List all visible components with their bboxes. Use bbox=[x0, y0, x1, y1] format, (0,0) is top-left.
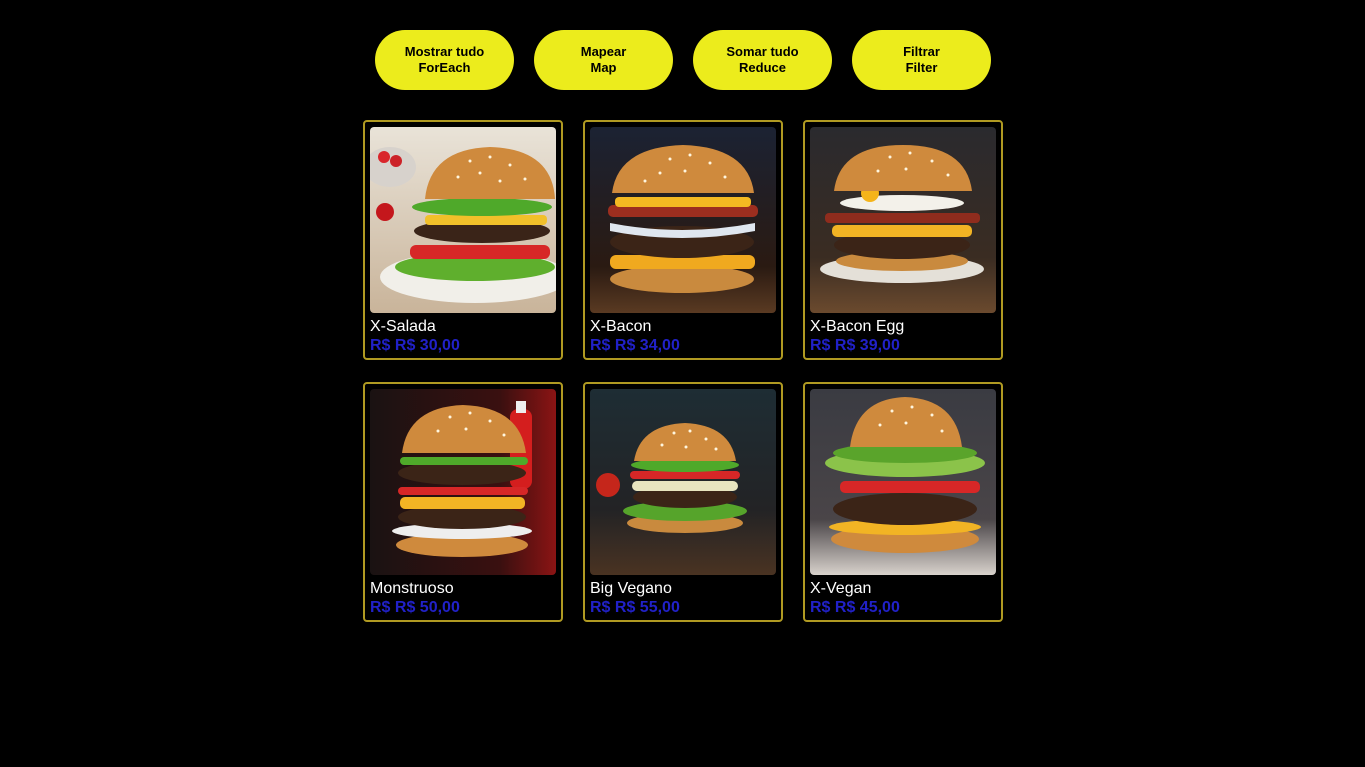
button-label: Filtrar bbox=[903, 44, 940, 59]
burger-image bbox=[590, 127, 776, 313]
button-sublabel: Filter bbox=[905, 60, 938, 75]
product-name: Big Vegano bbox=[590, 580, 672, 597]
product-card: X-Bacon Egg R$ R$ 39,00 bbox=[803, 120, 1003, 360]
action-button-bar: Mostrar tudo ForEach Mapear Map Somar tu… bbox=[375, 30, 991, 90]
burger-image bbox=[370, 389, 556, 575]
product-price: R$ R$ 30,00 bbox=[370, 337, 460, 354]
product-price: R$ R$ 50,00 bbox=[370, 599, 460, 616]
burger-image bbox=[590, 389, 776, 575]
product-name: X-Salada bbox=[370, 318, 436, 335]
product-name: X-Bacon bbox=[590, 318, 652, 335]
product-price: R$ R$ 45,00 bbox=[810, 599, 900, 616]
button-label: Mostrar tudo bbox=[404, 44, 485, 59]
burger-image bbox=[370, 127, 556, 313]
product-grid: X-Salada R$ R$ 30,00 X-Bacon R$ R$ 34,00… bbox=[363, 120, 1003, 622]
button-label: Mapear bbox=[580, 44, 627, 59]
filter-button[interactable]: Filtrar Filter bbox=[852, 30, 991, 90]
map-button[interactable]: Mapear Map bbox=[534, 30, 673, 90]
sum-all-reduce-button[interactable]: Somar tudo Reduce bbox=[693, 30, 832, 90]
product-card: Monstruoso R$ R$ 50,00 bbox=[363, 382, 563, 622]
product-card: X-Salada R$ R$ 30,00 bbox=[363, 120, 563, 360]
product-card: X-Vegan R$ R$ 45,00 bbox=[803, 382, 1003, 622]
product-price: R$ R$ 34,00 bbox=[590, 337, 680, 354]
product-card: X-Bacon R$ R$ 34,00 bbox=[583, 120, 783, 360]
burger-image bbox=[810, 127, 996, 313]
product-price: R$ R$ 55,00 bbox=[590, 599, 680, 616]
burger-image bbox=[810, 389, 996, 575]
button-sublabel: ForEach bbox=[418, 60, 471, 75]
show-all-foreach-button[interactable]: Mostrar tudo ForEach bbox=[375, 30, 514, 90]
product-name: X-Vegan bbox=[810, 580, 872, 597]
button-label: Somar tudo bbox=[726, 44, 799, 59]
product-name: Monstruoso bbox=[370, 580, 454, 597]
button-sublabel: Reduce bbox=[739, 60, 786, 75]
product-card: Big Vegano R$ R$ 55,00 bbox=[583, 382, 783, 622]
product-name: X-Bacon Egg bbox=[810, 318, 905, 335]
button-sublabel: Map bbox=[590, 60, 617, 75]
page: Mostrar tudo ForEach Mapear Map Somar tu… bbox=[0, 0, 1365, 767]
product-price: R$ R$ 39,00 bbox=[810, 337, 900, 354]
